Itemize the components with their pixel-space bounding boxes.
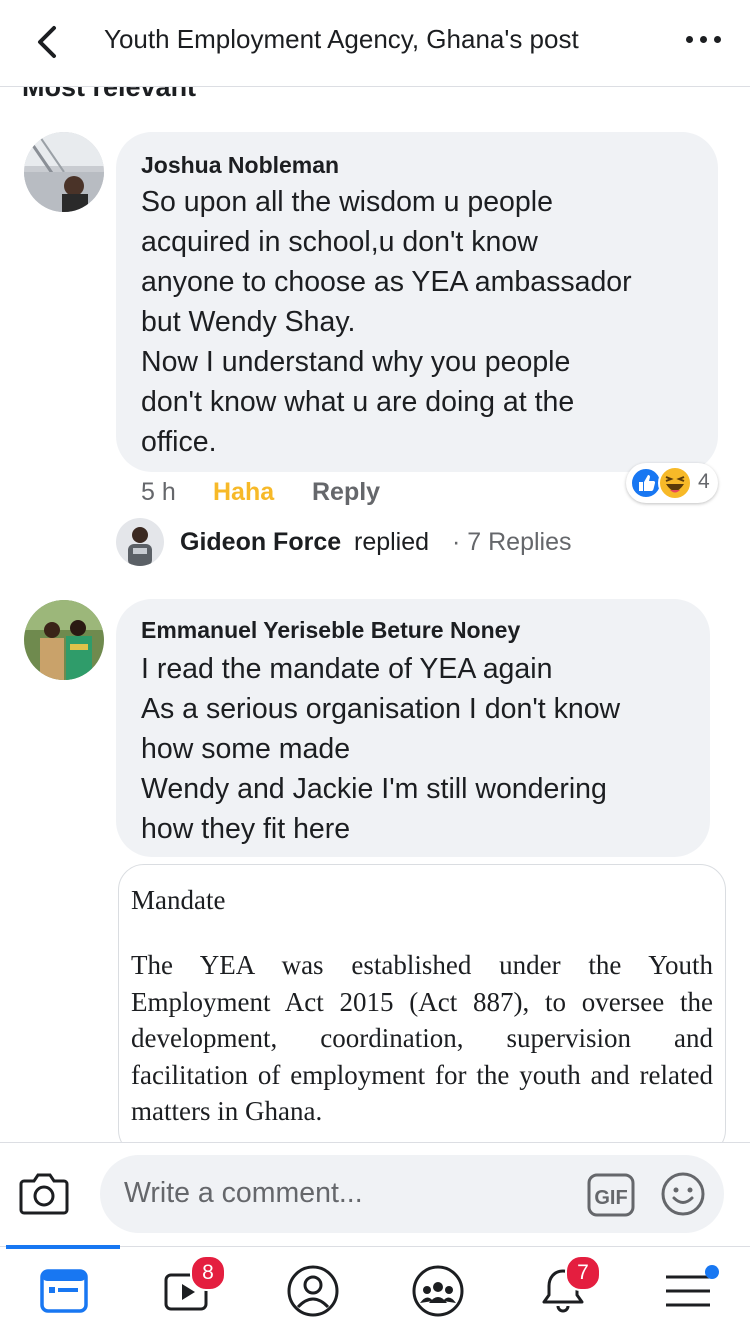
comment-line: office. <box>141 426 217 458</box>
comment-text: I read the mandate of YEA again As a ser… <box>141 649 620 849</box>
notifications-badge: 7 <box>565 1255 601 1291</box>
comment-line: how they fit here <box>141 813 351 845</box>
comment-line: As a serious organisation I don't know <box>141 693 621 725</box>
comment-line: Now I understand why you people <box>141 346 571 378</box>
reaction-summary[interactable]: 4 <box>626 463 718 503</box>
camera-icon[interactable] <box>18 1169 70 1217</box>
comment-line: I read the mandate of YEA again <box>141 653 553 685</box>
gif-icon[interactable]: GIF <box>587 1173 635 1217</box>
comment-line: acquired in school,u don't know <box>141 226 538 258</box>
comment-line: So upon all the wisdom u people <box>141 186 553 218</box>
avatar <box>116 518 164 566</box>
bottom-tab-bar: 8 7 <box>0 1245 750 1335</box>
comment-attachment-image[interactable]: Mandate The YEA was established under th… <box>118 864 726 1156</box>
reply-verb: replied <box>354 528 430 556</box>
reply-button[interactable]: Reply <box>312 478 380 507</box>
reply-count: · 7 Replies <box>452 528 572 556</box>
comment-author[interactable]: Joshua Nobleman <box>141 152 339 179</box>
attachment-text: The YEA was established under the Youth … <box>131 950 713 1126</box>
watch-badge: 8 <box>190 1255 226 1291</box>
comment-line: Wendy and Jackie I'm still wondering <box>141 773 607 805</box>
more-options-icon[interactable] <box>684 26 724 56</box>
active-tab-indicator <box>6 1245 120 1249</box>
gif-label: GIF <box>594 1187 627 1209</box>
haha-reaction-icon <box>658 466 692 500</box>
page-title: Youth Employment Agency, Ghana's post <box>104 24 579 54</box>
comment-line: don't know what u are doing at the <box>141 386 575 418</box>
back-arrow-icon[interactable] <box>30 22 66 62</box>
comment-timestamp: 5 h <box>141 478 176 506</box>
profile-icon[interactable] <box>285 1263 341 1319</box>
comment-input[interactable]: Write a comment... GIF <box>100 1155 724 1233</box>
comment-composer: Write a comment... GIF <box>0 1142 750 1247</box>
comment-bubble[interactable]: Emmanuel Yeriseble Beture Noney I read t… <box>116 599 710 857</box>
comment-line: but Wendy Shay. <box>141 306 356 338</box>
reply-author: Gideon Force <box>180 528 342 556</box>
comment-author[interactable]: Emmanuel Yeriseble Beture Noney <box>141 617 520 644</box>
comment-input-placeholder: Write a comment... <box>124 1177 363 1209</box>
attachment-title: Mandate <box>131 885 226 915</box>
haha-reaction-button[interactable]: Haha <box>213 478 274 507</box>
groups-icon[interactable] <box>410 1263 466 1319</box>
reaction-count: 4 <box>698 470 710 493</box>
comment-line: how some made <box>141 733 351 765</box>
avatar[interactable] <box>24 132 104 212</box>
post-header: Youth Employment Agency, Ghana's post <box>0 0 750 87</box>
comment-line: anyone to choose as YEA ambassador <box>141 266 632 298</box>
menu-notification-dot <box>705 1265 719 1279</box>
emoji-icon[interactable] <box>660 1171 706 1217</box>
comment-text: So upon all the wisdom u people acquired… <box>141 182 632 462</box>
avatar[interactable] <box>24 600 104 680</box>
news-feed-icon[interactable] <box>36 1263 92 1319</box>
comment-bubble[interactable]: Joshua Nobleman So upon all the wisdom u… <box>116 132 718 472</box>
